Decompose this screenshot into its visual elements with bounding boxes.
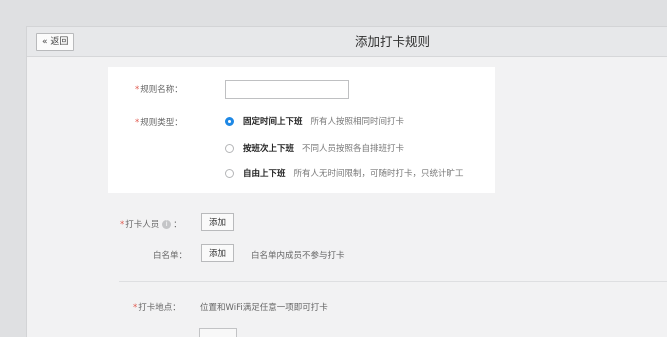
- rule-name-label: *规则名称：: [135, 83, 183, 95]
- members-label-colon: ：: [173, 220, 182, 230]
- rule-type-option-desc: 不同人员按照各自排班打卡: [302, 144, 405, 154]
- location-hint: 位置和WiFi满足任意一项即可打卡: [200, 303, 328, 313]
- rule-type-option-free[interactable]: 自由上下班 所有人无时间限制，可随时打卡，只统计旷工: [225, 166, 464, 180]
- rule-type-option-fixed[interactable]: 固定时间上下班 所有人按照相同时间打卡: [225, 114, 404, 128]
- members-label: *打卡人员 i：: [120, 218, 182, 230]
- rule-type-option-main: 固定时间上下班: [243, 117, 303, 127]
- page-title: 添加打卡规则: [354, 34, 430, 49]
- required-mark: *: [120, 220, 125, 230]
- rule-type-label: *规则类型：: [135, 116, 183, 128]
- section-divider: [119, 281, 667, 282]
- location-label-text: 打卡地点：: [138, 303, 181, 313]
- whitelist-hint: 白名单内成员不参与打卡: [251, 251, 345, 261]
- add-whitelist-button[interactable]: 添加: [201, 244, 235, 262]
- rule-type-option-desc: 所有人无时间限制，可随时打卡，只统计旷工: [293, 169, 464, 179]
- add-members-button[interactable]: 添加: [201, 213, 235, 231]
- radio-unchecked-icon[interactable]: [225, 143, 234, 153]
- required-mark: *: [133, 303, 138, 313]
- members-label-text: 打卡人员: [125, 220, 160, 230]
- radio-checked-icon[interactable]: [225, 116, 234, 126]
- required-mark: *: [135, 118, 140, 128]
- rule-type-label-text: 规则类型：: [140, 118, 183, 128]
- rule-name-label-text: 规则名称：: [140, 85, 183, 95]
- info-icon[interactable]: i: [162, 219, 172, 229]
- rule-type-option-main: 按班次上下班: [243, 144, 295, 154]
- rule-basic-card: *规则名称： *规则类型： 固定时间上下班 所有人按照相同时间打卡 按班次上下班…: [108, 67, 495, 193]
- main-panel: « 返回 添加打卡规则 *规则名称： *规则类型： 固定时间上下班 所有人按照相…: [26, 26, 667, 337]
- whitelist-label: 白名单：: [153, 251, 188, 261]
- page-header: « 返回 添加打卡规则: [27, 27, 667, 57]
- rule-type-option-shift[interactable]: 按班次上下班 不同人员按照各自排班打卡: [225, 141, 404, 155]
- rule-type-option-main: 自由上下班: [243, 169, 286, 179]
- rule-type-option-desc: 所有人按照相同时间打卡: [310, 117, 405, 127]
- radio-unchecked-icon[interactable]: [225, 168, 234, 178]
- location-label: *打卡地点：: [133, 301, 181, 313]
- rule-name-input[interactable]: [225, 80, 349, 99]
- required-mark: *: [135, 85, 140, 95]
